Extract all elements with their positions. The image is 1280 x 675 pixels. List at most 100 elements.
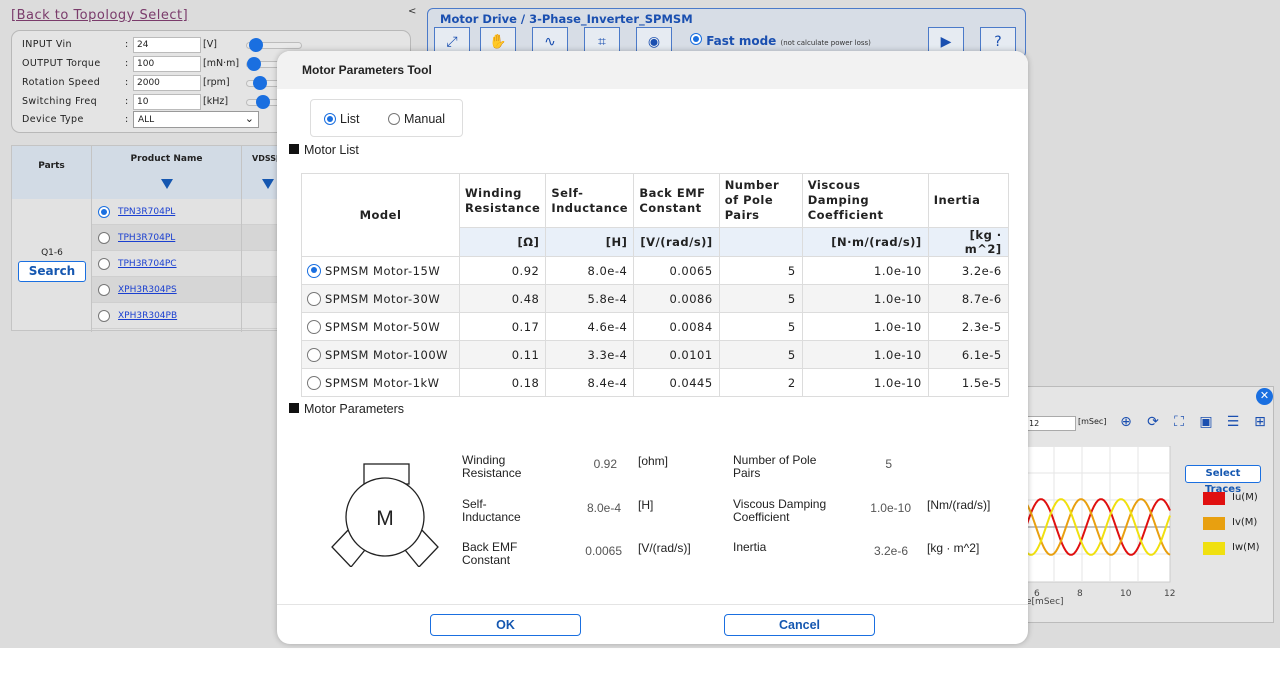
zoom-reset-icon[interactable]: ⟳ (1144, 413, 1162, 431)
product-radio[interactable] (98, 232, 110, 244)
inertia-cell: 6.1e-5 (927, 340, 1009, 369)
product-radio[interactable] (98, 206, 110, 218)
product-link[interactable]: XPH3R304PB (118, 311, 177, 321)
circuit-title: Motor Drive / 3-Phase_Inverter_SPMSM (440, 12, 693, 26)
motor-model-cell[interactable]: SPMSM Motor-15W (301, 256, 460, 285)
x-tick: 10 (1120, 589, 1132, 599)
table-row[interactable]: SPMSM Motor-50W 0.17 4.6e-4 0.0084 5 1.0… (301, 312, 1009, 341)
save-icon[interactable]: ▣ (1197, 413, 1215, 431)
table-row[interactable]: SPMSM Motor-100W 0.11 3.3e-4 0.0101 5 1.… (301, 340, 1009, 369)
unit-poles (718, 227, 803, 257)
back-to-topology-link[interactable]: [Back to Topology Select] (11, 8, 188, 23)
fit-icon[interactable]: ⛶ (1170, 413, 1188, 431)
inductance-cell: 3.3e-4 (545, 340, 635, 369)
param-value-emf: 0.0065 (585, 544, 622, 558)
unit-inertia: [kg · m^2] (927, 227, 1009, 257)
product-row[interactable]: TPH3R704PC (92, 251, 282, 277)
table-row[interactable]: SPMSM Motor-1kW 0.18 8.4e-4 0.0445 2 1.0… (301, 368, 1009, 397)
mode-list-radio[interactable] (324, 113, 336, 125)
ok-button[interactable]: OK (430, 614, 581, 636)
product-row[interactable]: XPH3R304PS (92, 277, 282, 303)
emf-cell: 0.0086 (633, 284, 720, 313)
slider-knob[interactable] (247, 57, 262, 71)
product-link[interactable]: XPH3R304PS (118, 285, 177, 295)
emf-cell: 0.0084 (633, 312, 720, 341)
param-unit-inductance: [H] (638, 498, 654, 512)
motor-symbol-icon: M (331, 463, 439, 567)
input-freq-field[interactable]: 10 (133, 94, 201, 110)
damping-cell: 1.0e-10 (801, 340, 929, 369)
inertia-cell: 3.2e-6 (927, 256, 1009, 285)
input-vin-field[interactable]: 24 (133, 37, 201, 53)
collapse-panel-icon[interactable]: < (408, 6, 416, 17)
input-unit: [kHz] (203, 96, 229, 107)
fast-mode-option[interactable]: Fast mode (not calculate power loss) (690, 33, 871, 48)
waveform-plot (1026, 446, 1171, 583)
resistance-cell: 0.48 (458, 284, 547, 313)
motor-radio[interactable] (307, 291, 321, 306)
slider-knob[interactable] (249, 38, 264, 52)
select-traces-button[interactable]: Select Traces (1185, 465, 1261, 495)
product-link[interactable]: TPN3R704PL (118, 207, 175, 217)
fast-mode-radio[interactable] (690, 33, 702, 45)
input-label: Rotation Speed (22, 77, 101, 88)
time-range-input[interactable]: 12 (1026, 416, 1076, 431)
input-speed-field[interactable]: 2000 (133, 75, 201, 91)
motor-model-cell[interactable]: SPMSM Motor-100W (301, 340, 460, 369)
list-icon[interactable]: ☰ (1224, 413, 1242, 431)
damping-cell: 1.0e-10 (801, 312, 929, 341)
param-unit-resistance: [ohm] (638, 454, 669, 468)
motor-list-heading: Motor List (289, 143, 359, 157)
resistance-cell: 0.18 (458, 368, 547, 397)
vdss-header[interactable]: VDSS[ (242, 146, 282, 199)
legend-swatch (1203, 542, 1225, 555)
mode-list-option[interactable]: List (324, 112, 359, 126)
param-unit-damping: [Nm/(rad/s)] (927, 498, 991, 512)
damping-cell: 1.0e-10 (801, 284, 929, 313)
product-link[interactable]: TPH3R704PL (118, 233, 175, 243)
motor-parameters-dialog: Motor Parameters Tool List Manual Motor … (277, 51, 1028, 644)
motor-radio[interactable] (307, 375, 321, 390)
param-value-poles: 5 (885, 457, 892, 471)
grid-icon[interactable]: ⊞ (1251, 413, 1269, 431)
product-row[interactable]: XPH3R304PB (92, 303, 282, 329)
close-icon[interactable]: ✕ (1256, 388, 1273, 405)
slider-knob[interactable] (253, 76, 268, 90)
mode-manual-radio[interactable] (388, 113, 400, 125)
motor-model-cell[interactable]: SPMSM Motor-50W (301, 312, 460, 341)
product-radio[interactable] (98, 310, 110, 322)
sort-arrow-icon[interactable] (262, 179, 274, 189)
inductance-cell: 5.8e-4 (545, 284, 635, 313)
product-name-header-label: Product Name (130, 154, 203, 164)
input-torque-field[interactable]: 100 (133, 56, 201, 72)
parts-header-label: Parts (38, 161, 65, 171)
product-radio[interactable] (98, 284, 110, 296)
motor-model-cell[interactable]: SPMSM Motor-30W (301, 284, 460, 313)
col-header-inertia: Inertia (927, 173, 1009, 228)
device-type-select[interactable]: ALL ⌄ (133, 111, 259, 128)
product-row[interactable]: TPN3R704PL (92, 199, 282, 225)
table-row[interactable]: SPMSM Motor-15W 0.92 8.0e-4 0.0065 5 1.0… (301, 256, 1009, 285)
zoom-in-icon[interactable]: ⊕ (1117, 413, 1135, 431)
product-row[interactable]: TPH3R704PL (92, 225, 282, 251)
slider-knob[interactable] (255, 95, 270, 109)
product-link[interactable]: TPH3R704PC (118, 259, 177, 269)
input-vin-slider[interactable] (246, 38, 302, 52)
product-radio[interactable] (98, 258, 110, 270)
product-name-header[interactable]: Product Name (92, 146, 242, 199)
poles-cell: 5 (718, 256, 803, 285)
motor-model-cell[interactable]: SPMSM Motor-1kW (301, 368, 460, 397)
legend-label: Iw(M) (1232, 542, 1260, 553)
inertia-cell: 8.7e-6 (927, 284, 1009, 313)
unit-resistance: [Ω] (458, 227, 547, 257)
motor-radio[interactable] (307, 347, 321, 362)
dialog-title: Motor Parameters Tool (302, 63, 432, 77)
search-button[interactable]: Search (18, 261, 86, 282)
table-row[interactable]: SPMSM Motor-30W 0.48 5.8e-4 0.0086 5 1.0… (301, 284, 1009, 313)
motor-radio[interactable] (307, 319, 321, 334)
mode-list-label: List (340, 112, 360, 126)
motor-radio[interactable] (307, 263, 321, 278)
sort-arrow-icon[interactable] (161, 179, 173, 189)
cancel-button[interactable]: Cancel (724, 614, 875, 636)
mode-manual-option[interactable]: Manual (388, 112, 445, 126)
